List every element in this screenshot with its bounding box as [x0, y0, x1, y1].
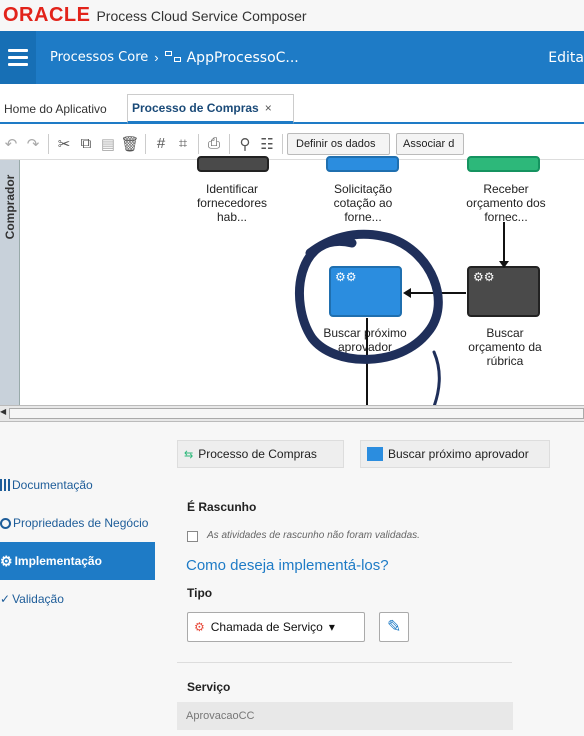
implementation-question: Como deseja implementá-los?	[186, 557, 389, 574]
tab-home-application[interactable]: Home do Aplicativo	[0, 94, 111, 124]
task-label-receive-quote: Receber orçamento dos fornec...	[466, 182, 546, 224]
filter-icon[interactable]: ☷	[256, 133, 278, 155]
pencil-icon: ✎	[387, 617, 402, 636]
toolbar-divider	[198, 133, 199, 154]
service-field[interactable]: AprovacaoCC	[177, 702, 513, 730]
activity-icon	[367, 447, 383, 461]
task-receive-quote[interactable]	[467, 156, 540, 172]
tab-label: Home do Aplicativo	[4, 102, 107, 116]
tab-purchase-process[interactable]: Processo de Compras ×	[127, 94, 294, 124]
application-icon	[164, 50, 183, 65]
section-divider	[177, 662, 512, 663]
chevron-down-icon: ▾	[328, 620, 335, 634]
toolbar-divider	[282, 133, 283, 154]
close-tab-icon[interactable]: ×	[265, 101, 272, 115]
scroll-left-icon[interactable]: ◀	[0, 407, 9, 420]
breadcrumb-separator: ›	[154, 50, 159, 65]
process-context-button[interactable]: ⇆ Processo de Compras	[177, 440, 344, 468]
type-title: Tipo	[187, 586, 213, 600]
side-item-label: Validação	[12, 592, 64, 606]
oracle-header: ORACLE Process Cloud Service Composer	[0, 0, 584, 31]
service-title: Serviço	[187, 680, 231, 694]
task-label-identify-suppliers: Identificar fornecedores hab...	[196, 182, 268, 224]
hamburger-menu-icon[interactable]	[0, 31, 36, 84]
composer-window: ORACLE Process Cloud Service Composer Pr…	[0, 0, 584, 736]
fit-icon[interactable]: ⌗	[172, 133, 194, 155]
edit-button[interactable]: Edita	[548, 50, 584, 66]
task-label-next-approver: Buscar próximo aprovador	[323, 326, 407, 354]
service-gears-icon: ⚙⚙	[335, 270, 357, 284]
task-label-request-quote: Solicitação cotação ao forne...	[333, 182, 393, 224]
side-item-validation[interactable]: ✓ Validação	[0, 580, 155, 618]
define-data-button[interactable]: Definir os dados	[287, 132, 390, 155]
task-request-quote[interactable]	[326, 156, 399, 172]
task-find-next-approver[interactable]: ⚙⚙	[329, 266, 402, 317]
product-name: Process Cloud Service Composer	[96, 7, 307, 24]
scrollbar-thumb[interactable]	[9, 408, 584, 419]
task-find-budget[interactable]: ⚙⚙	[467, 266, 540, 317]
associate-button[interactable]: Associar d	[396, 132, 464, 155]
editor-tabs: Home do Aplicativo Processo de Compras ×	[0, 94, 584, 124]
print-icon[interactable]: ⎙	[203, 133, 225, 155]
business-properties-icon	[0, 517, 11, 529]
grid-icon[interactable]: #	[150, 133, 172, 155]
oracle-logo: ORACLE	[3, 4, 91, 26]
edit-pencil-button[interactable]: ✎	[379, 612, 409, 642]
draft-hint: As atividades de rascunho não foram vali…	[207, 530, 420, 541]
toolbar-divider	[145, 133, 146, 154]
side-item-business-properties[interactable]: Propriedades de Negócio	[0, 504, 155, 542]
cut-icon[interactable]: ✂	[53, 133, 75, 155]
delete-icon[interactable]: 🗑	[119, 133, 141, 155]
type-select[interactable]: ⚙ Chamada de Serviço ▾	[187, 612, 365, 642]
draft-title: É Rascunho	[187, 500, 257, 514]
process-icon: ⇆	[184, 448, 194, 461]
side-item-documentation[interactable]: Documentação	[0, 466, 155, 504]
navigation-bar: Processos Core › AppProcessoC... Edita	[0, 31, 584, 84]
side-item-label: Implementação	[14, 554, 102, 568]
paste-icon[interactable]: ▤	[97, 133, 119, 155]
undo-icon[interactable]: ↶	[0, 133, 22, 155]
gears-icon: ⚙	[0, 552, 13, 569]
search-icon[interactable]: ⚲	[234, 133, 256, 155]
process-canvas[interactable]: Comprador Identificar fornecedores hab... …	[0, 156, 584, 405]
process-context-label: Processo de Compras	[198, 447, 317, 461]
check-icon: ✓	[0, 592, 11, 606]
service-gears-icon: ⚙⚙	[473, 270, 495, 284]
task-identify-suppliers[interactable]	[197, 156, 269, 172]
side-item-label: Propriedades de Negócio	[13, 516, 149, 530]
canvas-horizontal-scrollbar[interactable]: ◀	[0, 405, 584, 422]
toolbar-divider	[229, 133, 230, 154]
type-select-value: Chamada de Serviço	[210, 620, 323, 634]
swimlane-label: Comprador	[3, 174, 17, 240]
swimlane-header: Comprador	[0, 160, 20, 405]
copy-icon[interactable]: ⧉	[75, 133, 97, 155]
properties-panel: Documentação Propriedades de Negócio ⚙ I…	[0, 422, 584, 736]
annotation-arrow	[432, 350, 441, 405]
redo-icon[interactable]: ↷	[22, 133, 44, 155]
side-item-implementation[interactable]: ⚙ Implementação	[0, 542, 155, 580]
properties-side-navigation: Documentação Propriedades de Negócio ⚙ I…	[0, 466, 155, 618]
breadcrumb-processos-core[interactable]: Processos Core	[50, 50, 148, 65]
documentation-icon	[0, 479, 10, 491]
activity-context-label: Buscar próximo aprovador	[388, 447, 529, 461]
service-call-icon: ⚙	[194, 620, 205, 634]
draft-checkbox[interactable]	[187, 531, 198, 542]
activity-context-button[interactable]: Buscar próximo aprovador	[360, 440, 550, 468]
tab-label: Processo de Compras	[132, 101, 259, 115]
task-label-budget: Buscar orçamento da rúbrica	[468, 326, 542, 368]
toolbar-divider	[48, 133, 49, 154]
side-item-label: Documentação	[12, 478, 93, 492]
application-title[interactable]: AppProcessoC...	[187, 50, 299, 66]
